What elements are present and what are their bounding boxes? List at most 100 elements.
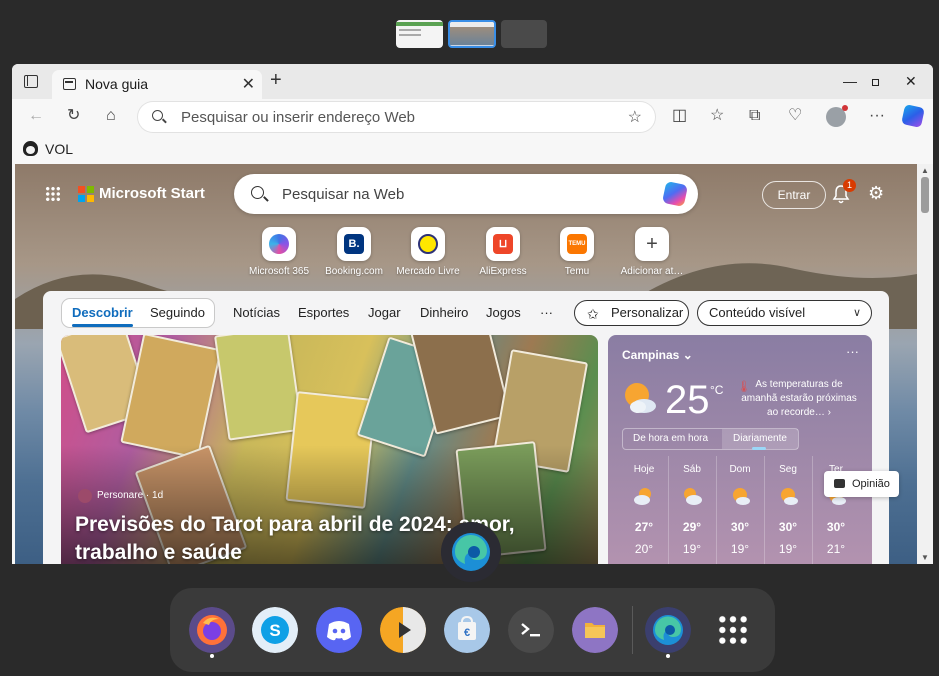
quick-link[interactable]: B. Booking.com <box>319 227 389 277</box>
penguin-icon <box>23 141 38 156</box>
nav-sports[interactable]: Esportes <box>298 305 349 320</box>
quick-link[interactable]: Microsoft 365 <box>244 227 314 277</box>
partly-sunny-icon <box>625 383 656 413</box>
refresh-button[interactable]: ↻ <box>67 107 80 125</box>
mercado-livre-icon <box>418 234 438 254</box>
add-shortcut[interactable]: + Adicionar at… <box>617 227 687 277</box>
search-icon <box>152 110 163 121</box>
sparkle-icon: ✩ <box>587 306 599 322</box>
skype-icon[interactable]: S <box>252 607 298 653</box>
personalize-button[interactable]: ✩ Personalizar <box>574 300 689 326</box>
feedback-icon <box>834 479 845 488</box>
tab-following[interactable]: Seguindo <box>150 305 205 320</box>
signin-button[interactable]: Entrar <box>762 181 826 209</box>
forecast-toggle: De hora em hora Diariamente <box>622 428 799 450</box>
minimize-button[interactable]: — <box>843 72 857 90</box>
svg-text:€: € <box>464 627 470 639</box>
tab-actions-icon[interactable] <box>24 75 38 88</box>
back-button[interactable]: ← <box>28 107 44 125</box>
split-screen-icon[interactable]: ◫ <box>672 107 687 125</box>
weather-temperature: 25 <box>665 378 710 422</box>
tab-strip: Nova guia ✕ + — ✕ <box>12 64 933 99</box>
nav-games[interactable]: Jogos <box>486 305 521 320</box>
copilot-icon[interactable] <box>901 104 925 128</box>
nav-more[interactable]: ··· <box>540 305 553 320</box>
browser-window: Nova guia ✕ + — ✕ ← ↻ ⌂ Pesquisar ou ins… <box>12 64 933 564</box>
edge-icon[interactable] <box>645 607 691 653</box>
nav-news[interactable]: Notícias <box>233 305 280 320</box>
microsoft-logo <box>78 186 94 202</box>
notification-badge: 1 <box>843 179 856 192</box>
web-search-box[interactable]: Pesquisar na Web <box>234 174 698 214</box>
new-tab-button[interactable]: + <box>270 70 282 90</box>
maximize-button[interactable] <box>872 72 879 90</box>
source-logo <box>78 489 92 503</box>
tab-new-tab[interactable]: Nova guia ✕ <box>52 70 262 99</box>
brand-name: Microsoft Start <box>99 185 205 202</box>
files-icon[interactable] <box>572 607 618 653</box>
quick-link[interactable]: ⊔ AliExpress <box>468 227 538 277</box>
weather-city[interactable]: Campinas ⌄ <box>622 348 693 362</box>
app-grid-icon[interactable] <box>717 614 749 646</box>
microsoft-365-icon <box>269 234 289 254</box>
forecast-day[interactable]: Seg 30° 19° <box>765 456 811 564</box>
nav-money[interactable]: Dinheiro <box>420 305 468 320</box>
feedback-button[interactable]: Opinião <box>824 471 899 497</box>
weather-card[interactable]: Campinas ⌄ ··· 25 °C 🌡 As temperaturas d… <box>608 335 872 564</box>
page-scrollbar[interactable]: ▲ ▼ <box>917 164 933 564</box>
new-tab-page-icon <box>63 78 76 90</box>
close-tab-icon[interactable]: ✕ <box>242 74 255 94</box>
tarot-card-image <box>213 335 304 441</box>
more-menu-icon[interactable]: ··· <box>869 107 885 125</box>
profile-avatar[interactable] <box>826 105 848 127</box>
favorite-star-icon[interactable]: ☆ <box>628 107 642 127</box>
media-player-icon[interactable] <box>380 607 426 653</box>
more-options-icon[interactable]: ··· <box>846 344 859 359</box>
favorites-bar: VOL <box>12 135 933 164</box>
workspace-1-thumbnail[interactable] <box>396 20 443 48</box>
forecast-day[interactable]: Hoje 27° 20° <box>621 456 667 564</box>
toggle-hourly[interactable]: De hora em hora <box>633 433 708 444</box>
aliexpress-icon: ⊔ <box>493 234 513 254</box>
visibility-label: Conteúdo visível <box>709 305 806 320</box>
forecast-day[interactable]: Dom 30° 19° <box>717 456 763 564</box>
forecast-day[interactable]: Sáb 29° 19° <box>669 456 715 564</box>
address-bar[interactable]: Pesquisar ou inserir endereço Web ☆ <box>138 102 655 132</box>
favorite-vol[interactable]: VOL <box>45 141 73 157</box>
content-visibility-dropdown[interactable]: Conteúdo visível ∨ <box>697 300 872 326</box>
discord-icon[interactable] <box>316 607 362 653</box>
software-store-icon[interactable]: € <box>444 607 490 653</box>
workspace-3-thumbnail[interactable] <box>501 20 547 48</box>
address-placeholder: Pesquisar ou inserir endereço Web <box>181 109 416 126</box>
tarot-card-image <box>120 335 222 460</box>
gear-icon[interactable]: ⚙ <box>868 183 884 204</box>
weather-alert[interactable]: As temperaturas de amanhã estarão próxim… <box>737 378 861 420</box>
scroll-up-icon[interactable]: ▲ <box>921 166 929 175</box>
scroll-down-icon[interactable]: ▼ <box>921 553 929 562</box>
collections-icon[interactable]: ⧉ <box>749 107 760 125</box>
scroll-thumb[interactable] <box>921 177 929 213</box>
quick-link[interactable]: Mercado Livre <box>393 227 463 277</box>
workspace-2-thumbnail[interactable] <box>448 20 496 48</box>
firefox-icon[interactable] <box>189 607 235 653</box>
temu-icon: TEMU <box>567 234 587 254</box>
browser-essentials-icon[interactable]: ♡ <box>788 107 802 125</box>
feed-mode-toggle: Descobrir Seguindo <box>61 298 215 328</box>
terminal-icon[interactable] <box>508 607 554 653</box>
web-search-placeholder: Pesquisar na Web <box>282 186 405 203</box>
app-launcher-icon[interactable] <box>45 186 61 202</box>
hero-article[interactable]: Personare · 1d Previsões do Tarot para a… <box>61 335 598 564</box>
dock: S € <box>170 588 775 672</box>
favorites-icon[interactable]: ☆ <box>710 107 724 125</box>
new-tab-page: Microsoft Start Pesquisar na Web Entrar … <box>15 164 917 564</box>
home-button[interactable]: ⌂ <box>106 107 116 125</box>
weather-unit: °C <box>710 383 724 397</box>
copilot-icon[interactable] <box>661 180 689 208</box>
close-window-button[interactable]: ✕ <box>905 72 917 90</box>
feedback-label: Opinião <box>852 478 890 490</box>
toggle-daily[interactable]: Diariamente <box>722 429 798 450</box>
quick-link[interactable]: TEMU Temu <box>542 227 612 277</box>
dock-separator <box>632 606 633 654</box>
nav-play[interactable]: Jogar <box>368 305 401 320</box>
tab-discover[interactable]: Descobrir <box>72 305 133 327</box>
